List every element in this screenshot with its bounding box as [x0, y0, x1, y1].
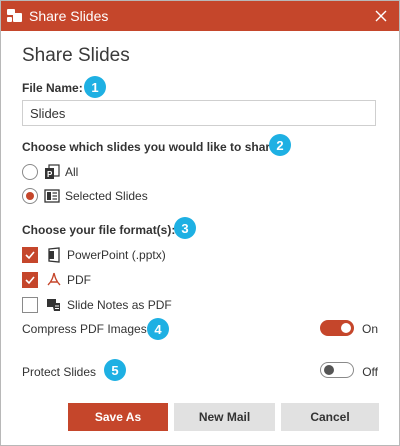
toggle-knob [324, 365, 334, 375]
format-item-pdf[interactable]: PDF [22, 272, 91, 288]
svg-text:P: P [47, 170, 53, 179]
window-title: Share Slides [29, 8, 109, 24]
toggle-knob [341, 323, 351, 333]
step-badge-1: 1 [84, 76, 106, 98]
protect-toggle[interactable] [320, 362, 354, 378]
all-slides-icon: P [44, 164, 60, 180]
slides-choice-label: Choose which slides you would like to sh… [22, 140, 281, 154]
step-badge-2: 2 [269, 134, 291, 156]
protect-label: Protect Slides [22, 365, 97, 379]
checkbox-checked[interactable] [22, 247, 38, 263]
radio-all[interactable]: P All [22, 164, 78, 180]
checkmark-icon [25, 276, 35, 285]
title-bar: Share Slides [1, 1, 399, 31]
file-name-input[interactable] [22, 100, 376, 126]
app-icon [7, 9, 23, 23]
step-badge-4: 4 [147, 318, 169, 340]
compress-toggle[interactable] [320, 320, 354, 336]
new-mail-button[interactable]: New Mail [174, 403, 275, 431]
selected-slides-icon [44, 188, 60, 204]
radio-button-checked[interactable] [22, 188, 38, 204]
step-badge-3: 3 [174, 217, 196, 239]
close-icon [375, 10, 387, 22]
close-button[interactable] [371, 6, 391, 26]
format-label-pptx: PowerPoint (.pptx) [67, 248, 166, 262]
share-slides-dialog: Share Slides Share Slides File Name: 1 C… [0, 0, 400, 446]
format-label-pdf: PDF [67, 273, 91, 287]
format-item-pptx[interactable]: PowerPoint (.pptx) [22, 247, 166, 263]
formats-label: Choose your file format(s): [22, 223, 176, 237]
radio-all-label: All [65, 165, 79, 179]
radio-selected-label: Selected Slides [65, 189, 148, 203]
cancel-button[interactable]: Cancel [281, 403, 379, 431]
radio-selected-slides[interactable]: Selected Slides [22, 188, 148, 204]
pdf-icon [46, 272, 62, 288]
file-name-label: File Name: [22, 81, 83, 95]
format-item-slide-notes[interactable]: Slide Notes as PDF [22, 297, 172, 313]
step-badge-5: 5 [104, 359, 126, 381]
checkmark-icon [25, 251, 35, 260]
protect-state: Off [362, 365, 378, 379]
compress-label: Compress PDF Images [22, 322, 147, 336]
checkbox-checked[interactable] [22, 272, 38, 288]
checkbox-unchecked[interactable] [22, 297, 38, 313]
format-label-slide-notes: Slide Notes as PDF [67, 298, 172, 312]
save-as-button[interactable]: Save As [68, 403, 168, 431]
dialog-heading: Share Slides [22, 45, 130, 66]
radio-button[interactable] [22, 164, 38, 180]
compress-state: On [361, 322, 378, 336]
powerpoint-icon [46, 247, 62, 263]
slide-notes-icon [46, 297, 62, 313]
